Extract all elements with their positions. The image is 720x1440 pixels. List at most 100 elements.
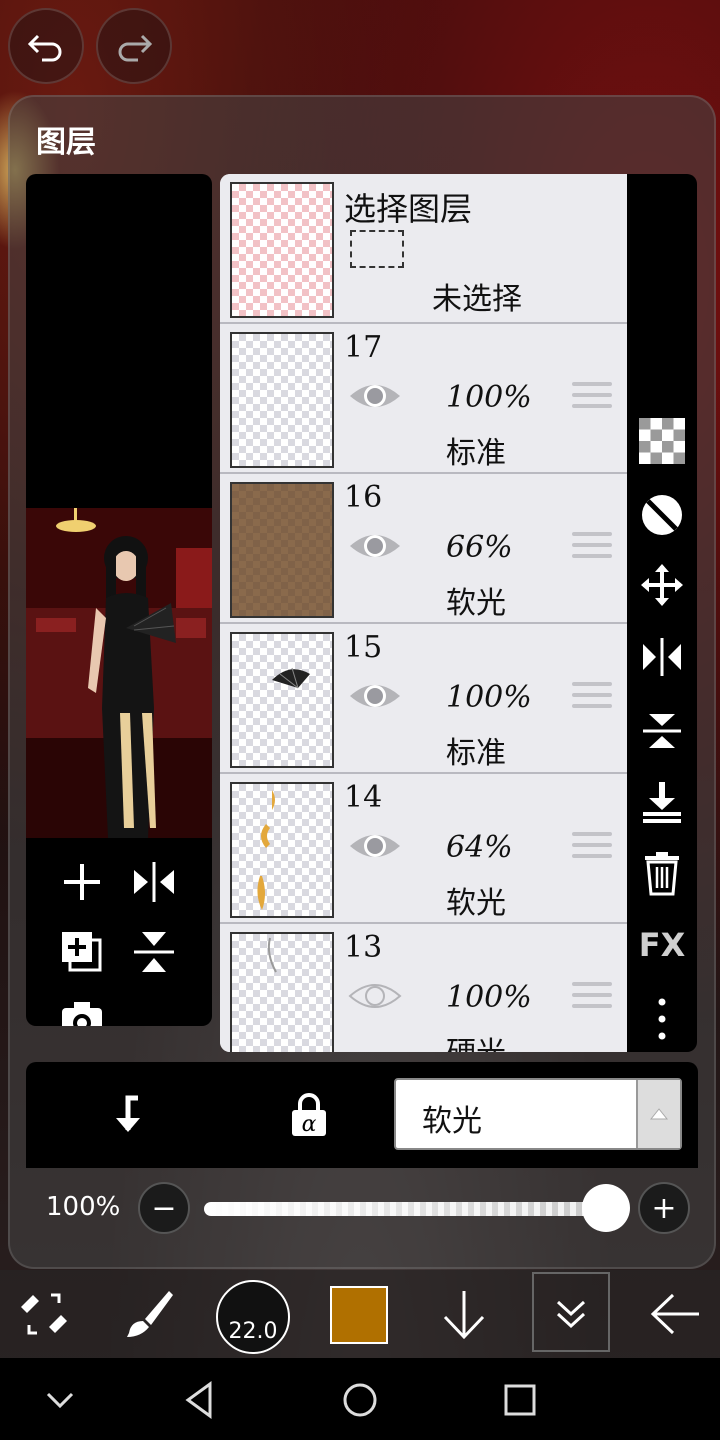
arrow-down-icon: [443, 1291, 485, 1340]
layer-number: 16: [344, 480, 383, 515]
brush-size-button[interactable]: 22.0: [216, 1280, 290, 1354]
layer-row[interactable]: 17 100% 标准: [220, 324, 627, 474]
visibility-eye-icon[interactable]: [348, 376, 402, 416]
undo-icon: [27, 34, 62, 62]
layer-row[interactable]: 14 64% 软光: [220, 774, 627, 924]
more-options-button[interactable]: [635, 992, 689, 1046]
drag-handle-icon[interactable]: [572, 682, 612, 714]
merge-down-icon: [643, 782, 681, 823]
clipping-button[interactable]: [100, 1088, 154, 1142]
camera-button[interactable]: [52, 990, 112, 1026]
selection-layer-row[interactable]: 选择图层 未选择: [220, 174, 627, 324]
move-layer-button[interactable]: [635, 558, 689, 612]
fx-button[interactable]: FX: [635, 918, 689, 972]
plus-icon: +: [651, 1190, 677, 1226]
layer-row[interactable]: 15 100% 标准: [220, 624, 627, 774]
highlight-thumbnail-art: [257, 790, 275, 910]
layer-blend-mode: 标准: [446, 736, 506, 771]
add-layer-button[interactable]: [52, 852, 112, 912]
layer-list[interactable]: 选择图层 未选择 17 100% 标准 16 66% 软光 15 100% 标准…: [220, 174, 627, 1052]
square-recents-icon: [504, 1384, 536, 1416]
system-navigation-bar: [0, 1358, 720, 1440]
brush-tool-button[interactable]: [116, 1278, 180, 1350]
layer-blend-mode: 硬光: [446, 1028, 506, 1052]
layer-row[interactable]: 16 66% 软光: [220, 474, 627, 624]
move-arrows-icon: [641, 564, 683, 606]
flip-vertical-button[interactable]: [124, 922, 184, 982]
opacity-row: 100% − +: [26, 1168, 698, 1248]
opacity-slider-handle[interactable]: [582, 1184, 630, 1232]
redo-button[interactable]: [96, 8, 172, 84]
selection-layer-state: 未选择: [432, 282, 522, 317]
flip-vertical-icon: [134, 932, 174, 972]
eraser-swap-icon: [21, 1293, 67, 1335]
drag-handle-icon[interactable]: [572, 832, 612, 864]
brush-size-value: 22.0: [228, 1319, 278, 1344]
selection-layer-thumbnail: [230, 182, 334, 318]
duplicate-layer-button[interactable]: [52, 922, 112, 982]
layer-number: 13: [344, 930, 383, 965]
layer-opacity: 66%: [446, 530, 513, 565]
visibility-eye-icon[interactable]: [348, 526, 402, 566]
layer-thumbnail: [230, 332, 334, 468]
layer-opacity: 64%: [446, 830, 513, 865]
opacity-label: 100%: [46, 1192, 121, 1222]
selection-marquee-icon: [350, 230, 404, 268]
opacity-slider[interactable]: [204, 1202, 604, 1216]
collapse-menu-button[interactable]: [532, 1272, 610, 1352]
fill-layer-button[interactable]: [635, 488, 689, 542]
redo-icon: [118, 34, 153, 62]
flip-horizontal-icon: [643, 638, 681, 676]
visibility-eye-icon[interactable]: [348, 826, 402, 866]
clipping-arrow-icon: [116, 1095, 140, 1132]
layer-tools-column: FX: [627, 174, 697, 1052]
nav-hide-button[interactable]: [32, 1372, 88, 1428]
drag-handle-icon[interactable]: [572, 382, 612, 414]
canvas-preview[interactable]: [26, 508, 212, 838]
merge-down-button[interactable]: [635, 774, 689, 828]
flip-layer-vertical-button[interactable]: [635, 704, 689, 758]
brush-icon: [127, 1291, 173, 1337]
nav-home-button[interactable]: [332, 1372, 388, 1428]
double-chevron-down-icon: [556, 1300, 586, 1329]
alpha-lock-button[interactable]: α: [282, 1088, 336, 1142]
opacity-increase-button[interactable]: +: [638, 1182, 690, 1234]
nav-recents-button[interactable]: [492, 1372, 548, 1428]
layer-opacity: 100%: [446, 680, 532, 715]
opacity-decrease-button[interactable]: −: [138, 1182, 190, 1234]
more-vertical-icon: [658, 998, 666, 1040]
flip-horizontal-button[interactable]: [124, 852, 184, 912]
flip-vertical-icon: [643, 714, 681, 748]
drag-handle-icon[interactable]: [572, 532, 612, 564]
panel-title: 图层: [36, 125, 96, 160]
main-toolbar: 22.0: [0, 1270, 720, 1358]
layer-row[interactable]: 13 100% 硬光: [220, 924, 627, 1052]
blend-mode-dropdown-button[interactable]: [636, 1080, 680, 1148]
checkerboard-icon: [639, 418, 685, 464]
minus-icon: −: [151, 1190, 177, 1226]
layer-thumbnail: [230, 632, 334, 768]
flip-layer-horizontal-button[interactable]: [635, 630, 689, 684]
svg-text:α: α: [302, 1112, 317, 1137]
drag-handle-icon[interactable]: [572, 982, 612, 1014]
layer-preview-area: [26, 174, 212, 1026]
delete-layer-button[interactable]: [635, 846, 689, 900]
blend-mode-value: 软光: [422, 1104, 482, 1139]
stroke-thumbnail-art: [267, 937, 277, 973]
trash-icon: [645, 852, 679, 896]
layer-number: 17: [344, 330, 383, 365]
back-button[interactable]: [644, 1278, 708, 1350]
layer-down-button[interactable]: [434, 1278, 494, 1350]
visibility-eye-icon[interactable]: [348, 676, 402, 716]
nav-back-button[interactable]: [172, 1372, 228, 1428]
layer-opacity: 100%: [446, 980, 532, 1015]
color-swatch-button[interactable]: [330, 1286, 388, 1344]
selection-layer-title: 选择图层: [344, 190, 473, 228]
visibility-eye-outline-icon[interactable]: [348, 976, 402, 1016]
preview-illustration: [26, 508, 212, 838]
blend-mode-select[interactable]: 软光: [394, 1078, 682, 1150]
alpha-lock-icon: α: [292, 1093, 326, 1137]
transparency-checker-button[interactable]: [635, 414, 689, 468]
undo-button[interactable]: [8, 8, 84, 84]
tool-switch-button[interactable]: [14, 1278, 74, 1350]
